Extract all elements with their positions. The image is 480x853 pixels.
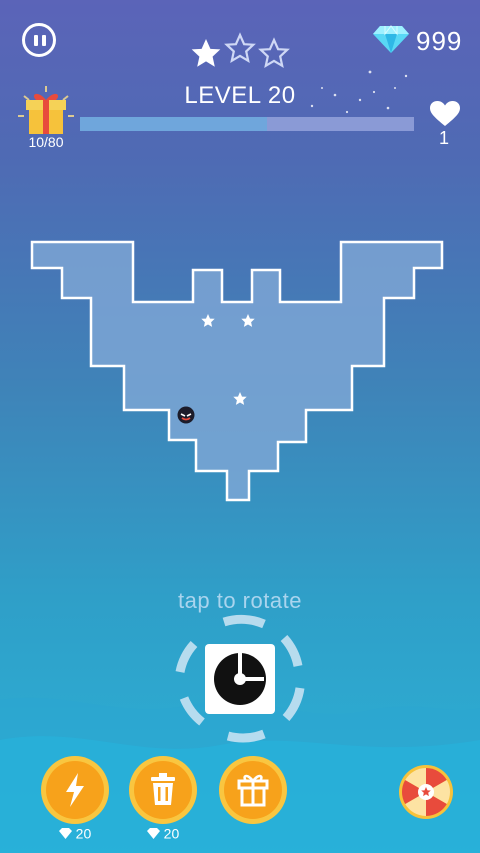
lightning-powerup-button[interactable] — [46, 761, 104, 819]
gem-icon — [146, 827, 160, 839]
rotate-knob-icon — [214, 653, 266, 705]
trash-icon — [151, 773, 175, 805]
gem-icon — [58, 827, 72, 839]
trash-cost: 20 — [133, 824, 193, 841]
prize-wheel-icon[interactable] — [398, 764, 454, 820]
gift-powerup-button[interactable] — [224, 761, 282, 819]
rotate-control[interactable] — [172, 614, 308, 744]
tap-to-rotate-hint: tap to rotate — [178, 588, 302, 613]
gift-icon — [237, 774, 269, 807]
puzzle-shape — [30, 240, 444, 502]
trash-powerup-button[interactable] — [134, 761, 192, 819]
game-screen: 999 10/80 LEVEL 20 1 tap to rotate 20 20 — [0, 0, 480, 853]
spiky-ball-icon — [177, 406, 195, 424]
lightning-icon — [66, 773, 84, 807]
lightning-cost: 20 — [45, 824, 105, 841]
